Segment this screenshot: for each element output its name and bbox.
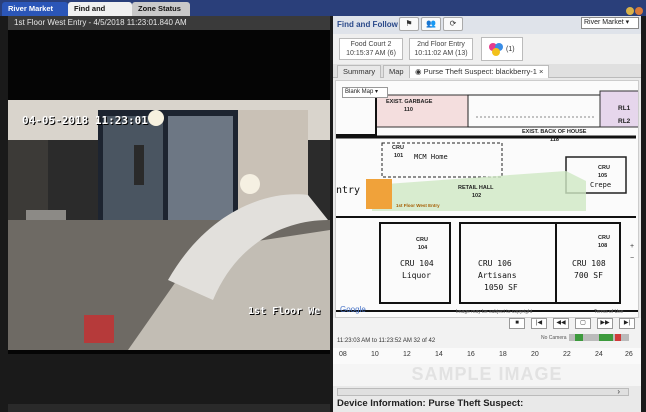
label-retail-hall: RETAIL HALL xyxy=(458,185,494,191)
label-rl2: RL2 xyxy=(618,118,631,125)
tick: 22 xyxy=(563,351,571,358)
skip-forward-button[interactable]: ▶| xyxy=(619,318,635,329)
tab-suspect[interactable]: ◉ Purse Theft Suspect: blackberry-1 × xyxy=(409,65,550,78)
label-cru104-num: 104 xyxy=(418,245,428,251)
tick: 20 xyxy=(531,351,539,358)
sample-image-watermark: SAMPLE IMAGE xyxy=(333,364,641,386)
site-select-value: River Market xyxy=(584,19,624,26)
label-cru105: CRU xyxy=(598,165,610,171)
camera-segments-bar[interactable] xyxy=(569,334,629,341)
tick: 24 xyxy=(595,351,603,358)
find-and-follow-panel: Find and Follow ⚑ 👥 ⟳ River Market ▾ Foo… xyxy=(333,16,641,412)
label-mcm-home: MCM Home xyxy=(414,153,448,161)
video-pane[interactable]: 1st Floor West Entry - 4/5/2018 11:23:01… xyxy=(8,16,330,354)
label-cru104: CRU xyxy=(416,237,428,243)
no-camera-label: No Camera xyxy=(541,335,567,341)
label-entry: ntry xyxy=(336,185,361,196)
zoom-out-icon[interactable]: − xyxy=(630,255,634,262)
label-cru108: CRU xyxy=(598,235,610,241)
label-back-of-house: EXIST. BACK OF HOUSE xyxy=(522,129,587,135)
location-card[interactable]: Food Court 2 10:15:37 AM (6) xyxy=(339,38,403,60)
minimize-icon[interactable] xyxy=(626,7,634,15)
multi-camera-card[interactable]: (1) xyxy=(481,37,523,61)
people-icon[interactable]: 👥 xyxy=(421,17,441,31)
chevron-right-icon[interactable]: › xyxy=(617,387,620,396)
label-cru108-num: 108 xyxy=(598,243,608,249)
top-tab-bar: River Market Find and Follow Zone Status xyxy=(0,0,646,27)
device-information-heading: Device Information: Purse Theft Suspect: xyxy=(337,398,524,409)
color-circles-icon xyxy=(489,43,503,56)
label-rl1: RL1 xyxy=(618,105,631,112)
label-camera-entry: 1st Floor West Entry xyxy=(396,203,440,208)
timeline-ruler[interactable]: 08 10 12 14 16 18 20 22 24 26 xyxy=(333,348,641,364)
video-overlay-camera-name: 1st Floor We xyxy=(248,306,321,317)
label-cru108-text: CRU 108 xyxy=(572,259,606,268)
terms-link[interactable]: Terms of Use xyxy=(594,309,623,315)
label-cru108-sf: 700 SF xyxy=(574,271,603,280)
map-footer: Image may be subject to copyright xyxy=(456,309,533,315)
panel-title: Find and Follow xyxy=(337,20,398,29)
label-crepe: Crepe xyxy=(590,181,612,189)
tab-summary[interactable]: Summary xyxy=(337,65,382,78)
pause-button[interactable]: ▢ xyxy=(575,318,591,329)
window-controls xyxy=(625,2,643,15)
app-window: River Market Find and Follow Zone Status… xyxy=(0,0,646,412)
zoom-in-icon[interactable]: + xyxy=(630,243,634,250)
label-cru101-num: 101 xyxy=(394,153,404,159)
refresh-icon[interactable]: ⟳ xyxy=(443,17,463,31)
video-header: 1st Floor West Entry - 4/5/2018 11:23:01… xyxy=(8,16,330,30)
stop-button[interactable]: ■ xyxy=(509,318,525,329)
label-artisans: Artisans xyxy=(478,271,517,280)
tab-zone-status[interactable]: Zone Status xyxy=(132,2,190,16)
playback-controls: 11:23:03 AM to 11:23:52 AM 32 of 42 ■ |◀… xyxy=(333,318,641,348)
label-exist-garbage-num: 110 xyxy=(404,107,413,113)
tick: 08 xyxy=(339,351,347,358)
label-cru106: CRU 106 xyxy=(478,259,512,268)
tick: 14 xyxy=(435,351,443,358)
close-icon[interactable] xyxy=(635,7,643,15)
location-name: Food Court 2 xyxy=(350,41,392,48)
tab-find-and-follow[interactable]: Find and Follow xyxy=(68,2,132,27)
multi-count: (1) xyxy=(506,46,515,53)
tick: 10 xyxy=(371,351,379,358)
fast-forward-button[interactable]: ▶▶ xyxy=(597,318,613,329)
map-layer-select[interactable]: Blank Map ▾ xyxy=(342,87,388,98)
label-cru101: CRU xyxy=(392,145,404,151)
label-back-of-house-num: 118 xyxy=(550,137,559,143)
video-overlay-timestamp: 04-05-2018 11:23:01 xyxy=(22,114,148,127)
label-cru104-text: CRU 104 xyxy=(400,259,434,268)
tick: 26 xyxy=(625,351,633,358)
tick: 18 xyxy=(499,351,507,358)
tick: 12 xyxy=(403,351,411,358)
google-logo: Google xyxy=(340,305,366,314)
horizontal-scrollbar[interactable]: › xyxy=(337,387,629,396)
label-cru106-sf: 1050 SF xyxy=(484,283,518,292)
subtab-bar: Summary Map ◉ Purse Theft Suspect: black… xyxy=(333,64,641,78)
label-exist-garbage: EXIST. GARBAGE xyxy=(386,99,433,105)
tab-map[interactable]: Map xyxy=(383,65,410,78)
floor-map[interactable]: Blank Map ▾ EXIST. GARBAGE 110 EXIST. BA… xyxy=(335,80,639,318)
tab-river-market[interactable]: River Market xyxy=(2,2,68,16)
location-time: 10:11:02 AM (13) xyxy=(414,50,468,57)
location-time: 10:15:37 AM (6) xyxy=(346,50,396,57)
taskbar-strip xyxy=(8,404,330,412)
location-name: 2nd Floor Entry xyxy=(417,41,465,48)
rewind-button[interactable]: ◀◀ xyxy=(553,318,569,329)
tab-suspect-label: Purse Theft Suspect: blackberry-1 xyxy=(423,67,537,76)
close-tab-icon[interactable]: × xyxy=(539,67,543,76)
location-card[interactable]: 2nd Floor Entry 10:11:02 AM (13) xyxy=(409,38,473,60)
playback-range: 11:23:03 AM to 11:23:52 AM 32 of 42 xyxy=(337,338,436,344)
skip-back-button[interactable]: |◀ xyxy=(531,318,547,329)
label-retail-hall-num: 102 xyxy=(472,193,482,199)
eye-icon: ◉ xyxy=(415,67,424,76)
tick: 16 xyxy=(467,351,475,358)
pin-icon[interactable]: ⚑ xyxy=(399,17,419,31)
site-select[interactable]: River Market ▾ xyxy=(581,17,639,29)
label-liquor: Liquor xyxy=(402,271,431,280)
panel-header: Find and Follow ⚑ 👥 ⟳ River Market ▾ xyxy=(333,16,641,34)
map-layer-value: Blank Map xyxy=(345,89,374,95)
map-zoom-controls[interactable]: + − xyxy=(628,241,636,311)
label-cru105-num: 105 xyxy=(598,173,608,179)
